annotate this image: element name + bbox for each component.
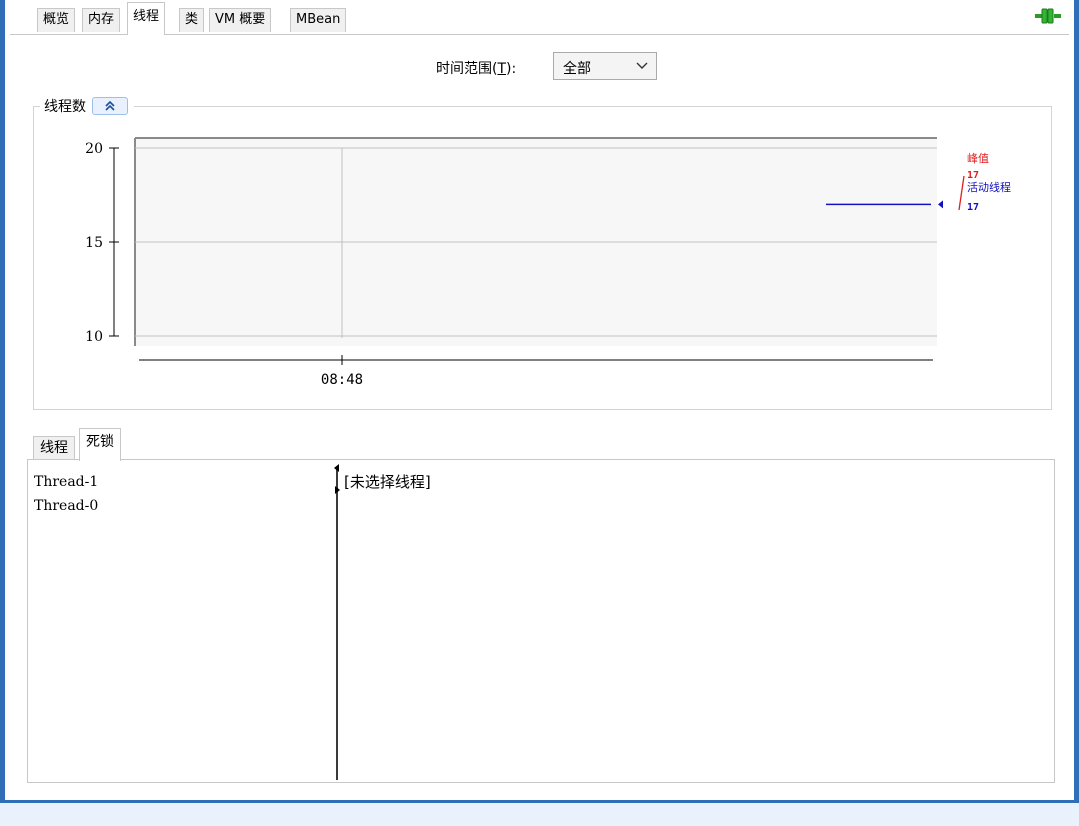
main-tab-strip: 概览 内存 线程 类 VM 概要 MBean: [10, 0, 1069, 35]
tab-classes[interactable]: 类: [179, 8, 205, 32]
legend-active-name: 活动线程: [967, 180, 1011, 194]
split-arrows-icon[interactable]: [333, 464, 341, 494]
thread-item[interactable]: Thread-1: [34, 470, 98, 494]
chevron-down-icon: [636, 62, 648, 69]
subtab-deadlock[interactable]: 死锁: [79, 428, 121, 461]
x-tick-label: 08:48: [321, 372, 363, 388]
value-marker: [938, 200, 943, 209]
tab-threads[interactable]: 线程: [127, 2, 166, 35]
legend-peak-name: 峰值: [967, 152, 989, 165]
legend-peak-value: 17: [967, 170, 979, 181]
split-divider[interactable]: [336, 466, 338, 780]
connection-plug-icon[interactable]: [1035, 7, 1061, 25]
legend-active-value: 17: [967, 202, 979, 213]
thread-count-chart: 10152008:48峰值17活动线程17: [85, 137, 1011, 388]
tab-vm-summary[interactable]: VM 概要: [209, 8, 272, 32]
time-range-select[interactable]: 全部: [553, 52, 657, 80]
window-frame: 概览 内存 线程 类 VM 概要 MBean 时间范围(T): 全部 线程数 1…: [0, 0, 1079, 803]
y-tick-label: 20: [85, 141, 103, 157]
time-range-label: 时间范围(T):: [436, 61, 517, 77]
tab-mbean[interactable]: MBean: [290, 8, 347, 32]
y-tick-label: 15: [85, 235, 103, 251]
legend-connector: [958, 175, 965, 211]
content-area: 概览 内存 线程 类 VM 概要 MBean 时间范围(T): 全部 线程数 1…: [10, 0, 1069, 797]
subtab-threads[interactable]: 线程: [33, 436, 75, 460]
tab-memory[interactable]: 内存: [82, 8, 121, 32]
thread-list: Thread-1 Thread-0: [34, 470, 98, 518]
y-tick-label: 10: [85, 329, 103, 345]
thread-detail: [未选择线程]: [344, 473, 431, 491]
tab-overview[interactable]: 概览: [37, 8, 76, 32]
time-range-row: 时间范围(T): 全部: [10, 52, 1069, 82]
thread-item[interactable]: Thread-0: [34, 494, 98, 518]
deadlock-pane: Thread-1 Thread-0 [未选择线程]: [27, 459, 1055, 783]
time-range-value: 全部: [563, 61, 591, 77]
